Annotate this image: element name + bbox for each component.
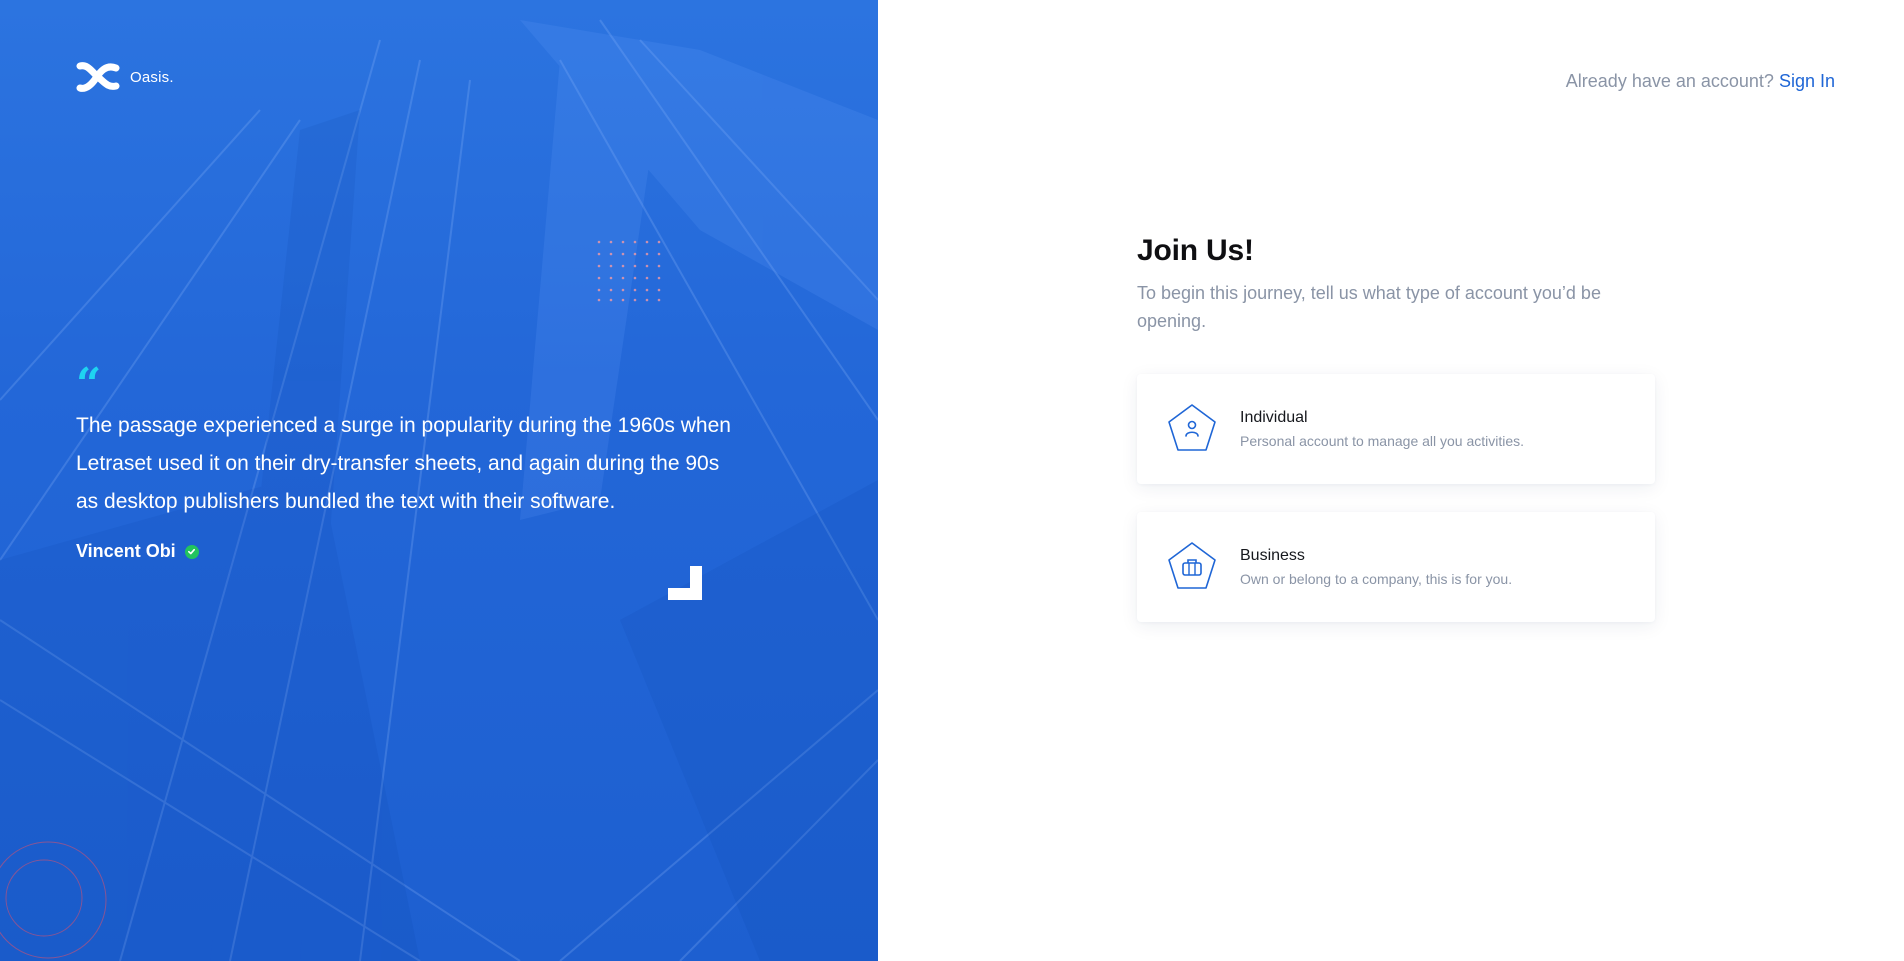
author-name: Vincent Obi	[76, 541, 176, 561]
testimonial-author: Vincent Obi	[76, 541, 199, 562]
join-section: Join Us! To begin this journey, tell us …	[1137, 234, 1657, 335]
page-subtitle: To begin this journey, tell us what type…	[1137, 283, 1601, 331]
testimonial-quote: The passage experienced a surge in popul…	[76, 414, 731, 513]
page-title: Join Us!	[1137, 234, 1254, 267]
dot-grid-decoration	[597, 240, 661, 302]
verified-check-icon	[184, 544, 199, 559]
page: Oasis. “ The passage experienced a surge…	[0, 0, 1904, 961]
account-type-title: Individual	[1240, 409, 1308, 426]
oasis-logo-icon	[76, 62, 120, 92]
brand[interactable]: Oasis.	[76, 62, 174, 92]
account-type-text: Business Own or belong to a company, thi…	[1240, 547, 1512, 587]
corner-bracket-decoration	[668, 566, 702, 600]
circle-outline-decoration	[0, 841, 107, 959]
account-type-text: Individual Personal account to manage al…	[1240, 409, 1524, 449]
user-icon	[1168, 404, 1216, 451]
briefcase-icon	[1168, 542, 1216, 589]
account-type-description: Own or belong to a company, this is for …	[1240, 571, 1513, 587]
signin-link[interactable]: Sign In	[1779, 71, 1835, 91]
brand-name: Oasis.	[130, 68, 174, 86]
signin-prompt: Already have an account? Sign In	[1566, 71, 1835, 92]
hero-panel: Oasis. “ The passage experienced a surge…	[0, 0, 878, 961]
account-type-individual-card[interactable]: Individual Personal account to manage al…	[1137, 374, 1655, 484]
signin-prompt-text: Already have an account?	[1565, 71, 1774, 91]
account-type-title: Business	[1240, 547, 1305, 564]
account-type-description: Personal account to manage all you activ…	[1240, 433, 1525, 449]
account-type-business-card[interactable]: Business Own or belong to a company, thi…	[1137, 512, 1655, 622]
quote-mark-icon: “	[76, 359, 102, 410]
